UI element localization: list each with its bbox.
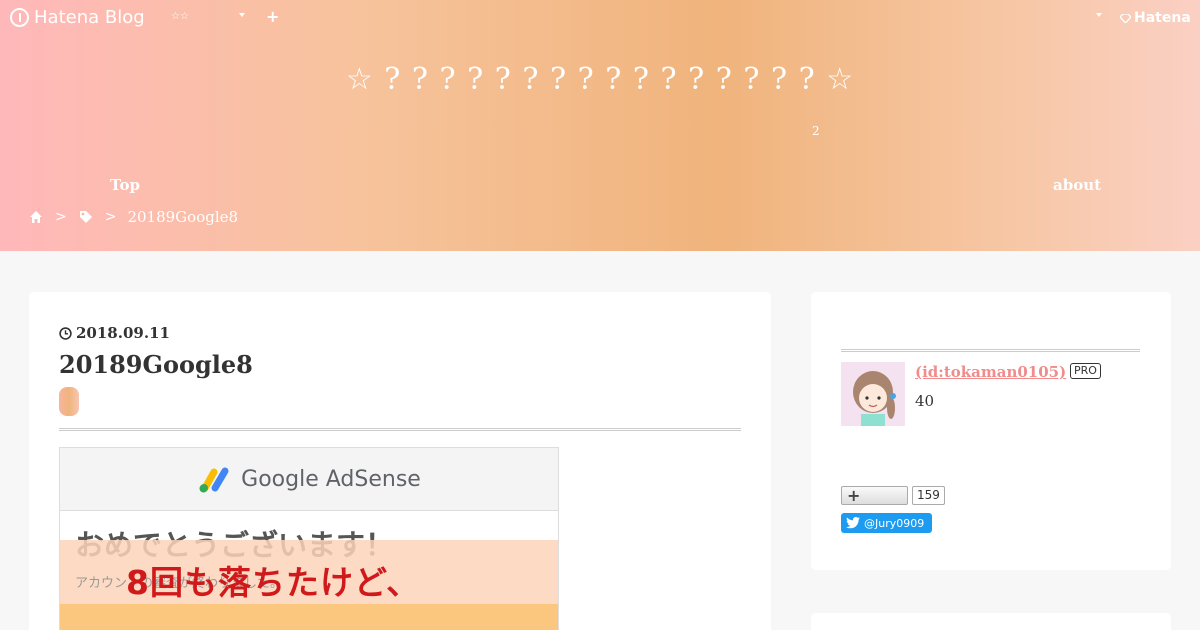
image-orange-band — [60, 604, 558, 630]
adsense-brand: Google AdSense — [241, 466, 421, 492]
blog-title[interactable]: ☆ ? ? ? ? ? ? ? ? ? ? ? ? ? ? ? ? ☆ — [0, 62, 1200, 97]
category-badge[interactable] — [59, 387, 79, 416]
hatena-logo-text: Hatena — [1134, 10, 1191, 26]
profile-id-link[interactable]: (id:tokaman0105) — [915, 363, 1066, 381]
entry-title[interactable]: 20189Google8 — [59, 350, 253, 379]
hatena-blog-logo-text: Hatena Blog — [34, 7, 145, 28]
twitter-bird-icon — [846, 517, 860, 529]
avatar[interactable] — [841, 362, 905, 426]
hatena-diamond-icon — [1120, 13, 1131, 23]
tag-icon[interactable] — [78, 209, 94, 225]
user-menu-chevron-icon[interactable] — [1096, 13, 1102, 17]
hatena-blog-logo[interactable]: Hatena Blog — [10, 7, 145, 28]
entry-date-text: 2018.09.11 — [76, 324, 170, 342]
sidebar-card-2 — [811, 613, 1171, 630]
twitter-handle: @Jury0909 — [864, 516, 925, 530]
write-entry-button[interactable]: + — [266, 7, 279, 26]
chevron-down-icon[interactable] — [239, 13, 245, 17]
blog-description: 2 — [812, 124, 820, 138]
clock-icon — [59, 326, 72, 340]
blog-header: Hatena Blog ☆☆ + Hatena ☆ ? ? ? ? ? ? ? … — [0, 0, 1200, 251]
breadcrumb: > > 20189Google8 — [28, 208, 238, 226]
entry-card: 2018.09.11 20189Google8 Google AdSense お… — [29, 292, 771, 630]
entry-image: Google AdSense おめでとうございます！ アカウントの審査が終わりま… — [59, 447, 559, 630]
breadcrumb-separator: > — [55, 209, 67, 225]
breadcrumb-current: 20189Google8 — [127, 208, 239, 226]
star-count[interactable]: ☆☆ — [171, 11, 189, 22]
profile-stat: 40 — [915, 392, 935, 410]
hatena-logo-link[interactable]: Hatena — [1120, 10, 1191, 26]
global-header: Hatena Blog ☆☆ + Hatena — [0, 0, 1200, 36]
home-icon[interactable] — [28, 209, 44, 225]
follow-button[interactable]: + — [841, 486, 908, 505]
entry-date[interactable]: 2018.09.11 — [59, 324, 170, 342]
sidebar-profile-card: (id:tokaman0105) PRO 40 + 159 @Jury0909 — [811, 292, 1171, 570]
adsense-header: Google AdSense — [60, 448, 558, 511]
hatena-blog-logo-icon — [10, 8, 29, 27]
plus-icon: + — [847, 486, 861, 505]
nav-top-link[interactable]: Top — [110, 176, 140, 194]
breadcrumb-separator: > — [104, 209, 117, 225]
follower-count[interactable]: 159 — [912, 486, 945, 505]
sidebar-divider — [841, 349, 1140, 352]
entry-divider — [59, 428, 741, 431]
twitter-follow-button[interactable]: @Jury0909 — [841, 513, 932, 533]
adsense-logo-icon — [199, 467, 229, 493]
pro-badge: PRO — [1070, 363, 1101, 379]
image-overlay-text: 8回も落ちたけど、 — [126, 563, 421, 602]
nav-about-link[interactable]: about — [1053, 176, 1101, 194]
